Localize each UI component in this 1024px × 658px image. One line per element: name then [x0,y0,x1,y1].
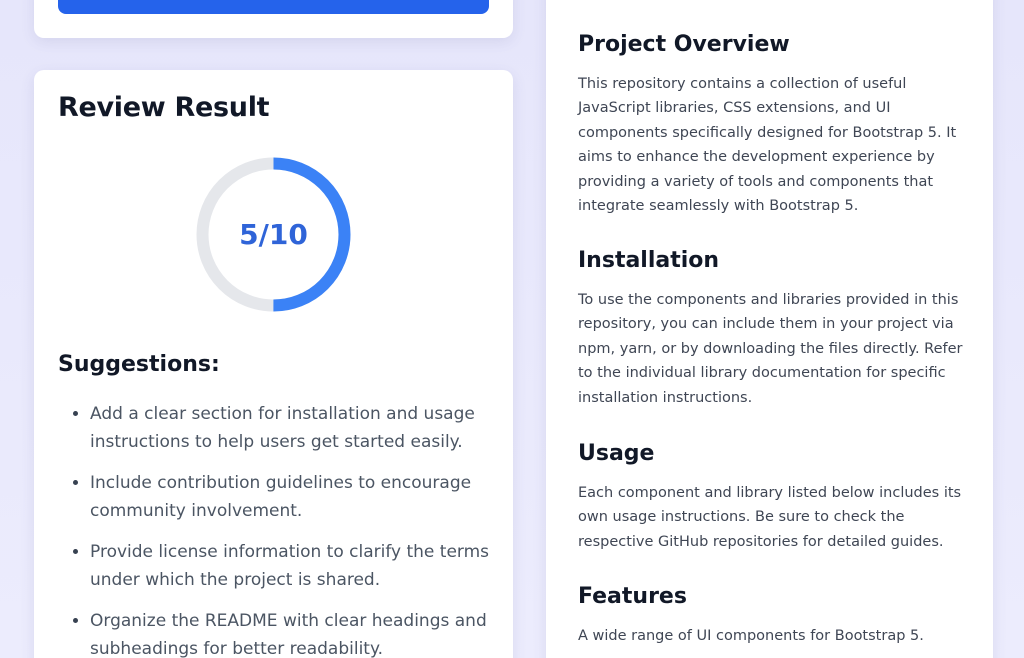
readme-heading: Usage [578,441,655,466]
readme-heading: Features [578,584,687,609]
score-value: 5/10 [239,218,308,251]
readme-heading: Project Overview [578,32,790,57]
readme-section-installation: Installation To use the components and l… [578,246,963,410]
action-card [34,0,513,38]
suggestion-item: Provide license information to clarify t… [90,538,490,594]
suggestions-heading: Suggestions: [58,352,220,377]
score-ring: 5/10 [195,156,352,313]
readme-preview-card: Project Overview This repository contain… [546,0,993,658]
readme-paragraph: To use the components and libraries prov… [578,292,963,406]
readme-paragraph: A wide range of UI components for Bootst… [578,628,924,644]
readme-paragraph: Each component and library listed below … [578,485,962,550]
review-result-card: Review Result 5/10 Suggestions: Add a cl… [34,70,513,658]
readme-heading: Installation [578,248,720,273]
primary-action-button[interactable] [58,0,489,14]
suggestion-item: Organize the README with clear headings … [90,607,490,658]
suggestion-item: Include contribution guidelines to encou… [90,469,490,525]
readme-section-overview: Project Overview This repository contain… [578,30,963,218]
readme-section-features: Features A wide range of UI components f… [578,582,963,648]
suggestion-list: Add a clear section for installation and… [90,400,490,658]
readme-paragraph: This repository contains a collection of… [578,76,957,215]
review-title: Review Result [58,92,270,123]
readme-section-usage: Usage Each component and library listed … [578,439,963,554]
suggestion-item: Add a clear section for installation and… [90,400,490,456]
